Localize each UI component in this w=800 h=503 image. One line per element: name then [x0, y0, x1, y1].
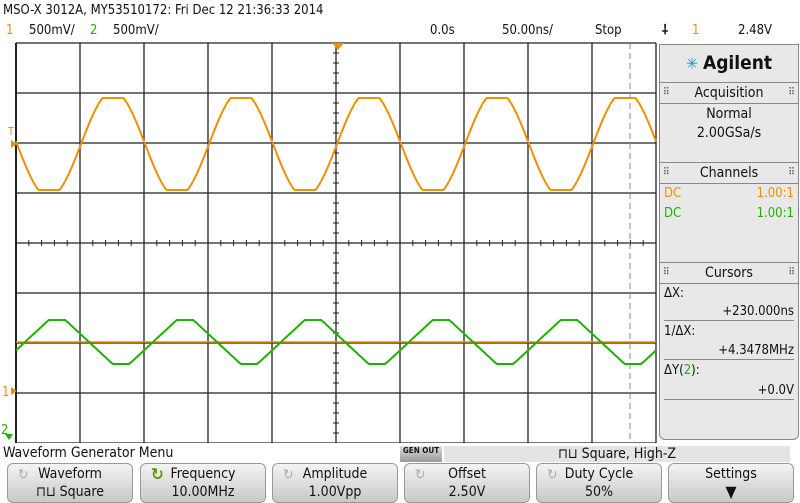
side-panel: ✳ Agilent ⠿ Acquisition ⠿ Normal 2.00GSa/s… [659, 44, 799, 440]
rotate-knob-icon: ↻ [283, 467, 294, 483]
run-state[interactable]: Stop [595, 23, 622, 39]
ch2-scale[interactable]: 500mV/ [113, 23, 159, 39]
delta-x-label: ΔX: [664, 286, 684, 301]
duty-cycle-softkey[interactable]: ↻ Duty Cycle 50% [536, 463, 662, 503]
delta-y-value: +0.0V [664, 383, 794, 400]
rotate-knob-icon: ↻ [547, 467, 558, 483]
delta-y-label: ΔY(2): [664, 363, 700, 378]
settings-softkey[interactable]: Settings ▼ [668, 463, 794, 503]
trigger-level[interactable]: 2.48V [738, 23, 772, 39]
ch2-ground-marker[interactable]: 2 [1, 423, 8, 439]
rotate-knob-icon: ↻ [18, 467, 29, 483]
horizontal-delay[interactable]: 0.0s [430, 23, 455, 39]
acquisition-mode: Normal [706, 106, 752, 122]
ch1-number[interactable]: 1 [6, 23, 13, 39]
offset-softkey[interactable]: ↻ Offset 2.50V [404, 463, 530, 503]
delta-x-value: +230.000ns [664, 304, 794, 321]
acquisition-header: ⠿ Acquisition ⠿ [660, 82, 798, 104]
channels-header: ⠿ Channels ⠿ [660, 162, 798, 184]
trigger-position-marker [332, 43, 344, 50]
amplitude-softkey[interactable]: ↻ Amplitude 1.00Vpp [272, 463, 398, 503]
trigger-level-marker[interactable]: T [8, 124, 14, 140]
inv-delta-x-value: +4.3478MHz [664, 343, 794, 360]
ch1-ground-marker[interactable]: 1 [2, 385, 9, 401]
window-title: MSO-X 3012A, MY53510172: Fri Dec 12 21:3… [3, 3, 324, 18]
square-wave-icon: ⊓⊔ [557, 446, 582, 462]
timebase[interactable]: 50.00ns/ [502, 23, 553, 39]
gen-out-indicator: GEN OUT [400, 446, 442, 462]
cursors-header: ⠿ Cursors ⠿ [660, 262, 798, 284]
inv-delta-x-label: 1/ΔX: [664, 324, 696, 339]
rotate-knob-icon: ↻ [151, 465, 164, 485]
waveform-display[interactable] [0, 40, 660, 445]
ch1-scale[interactable]: 500mV/ [29, 23, 75, 39]
trigger-source[interactable]: 1 [692, 23, 699, 39]
ch1-coupling: DC [664, 186, 682, 201]
square-wave-icon: ⊓⊔ [36, 484, 60, 500]
rotate-knob-icon: ↻ [415, 467, 426, 483]
brand-logo: ✳ Agilent [685, 52, 773, 74]
rising-edge-icon: ⸸ [662, 23, 669, 38]
waveform-softkey[interactable]: ↻ Waveform ⊓⊔ Square [7, 463, 133, 503]
generator-status: ⊓⊔ Square, High-Z [444, 446, 790, 462]
ch2-number[interactable]: 2 [90, 23, 97, 39]
frequency-softkey[interactable]: ↻ Frequency 10.00MHz [140, 463, 266, 503]
sample-rate: 2.00GSa/s [696, 125, 762, 141]
ch1-probe: 1.00:1 [756, 186, 794, 201]
down-arrow-icon: ▼ [725, 482, 737, 501]
ch2-probe: 1.00:1 [756, 206, 794, 221]
spark-icon: ✳ [685, 54, 703, 73]
ch2-coupling: DC [664, 206, 682, 221]
menu-title: Waveform Generator Menu [3, 445, 174, 461]
